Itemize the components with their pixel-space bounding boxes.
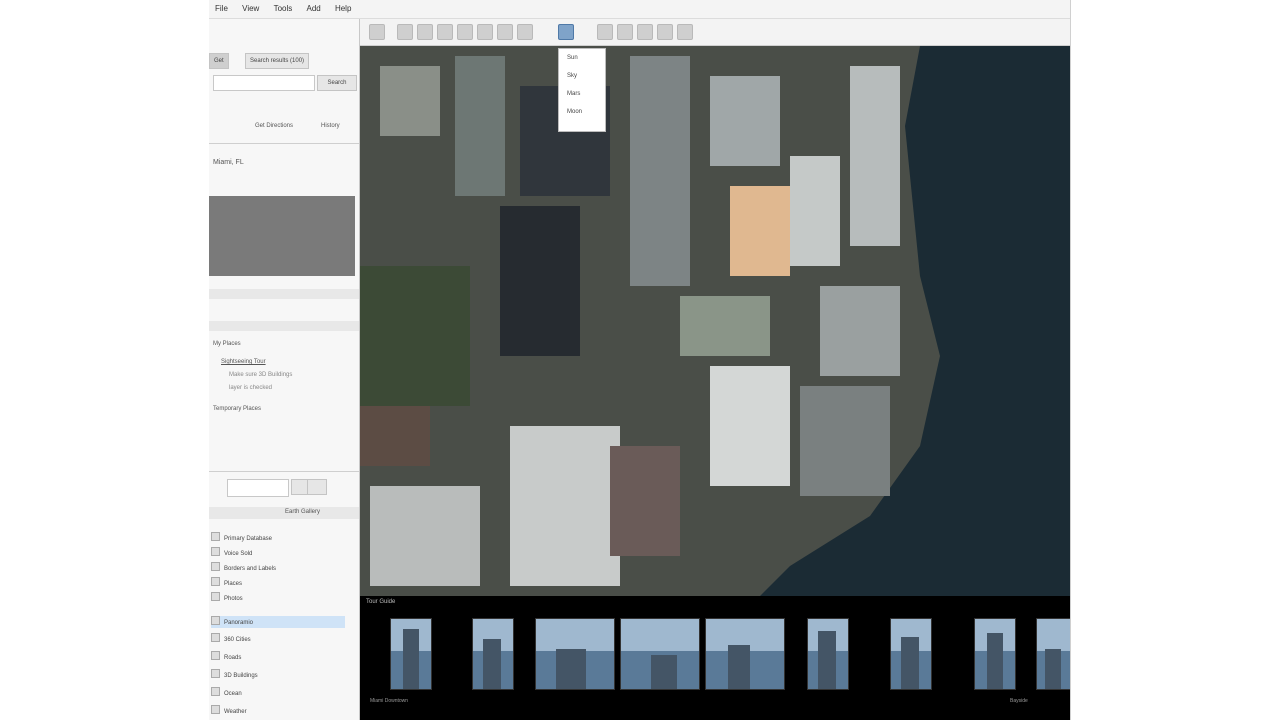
layer-item[interactable]: Roads [211,651,345,663]
planet-dropdown: Sun Sky Mars Moon [558,48,606,132]
menu-file[interactable]: File [209,0,234,13]
places-toolbar [209,289,359,299]
sidebar: Get Search results (100) Search Get Dire… [209,19,360,720]
image-overlay-icon[interactable] [457,24,473,40]
menu-help[interactable]: Help [329,0,357,13]
historical-imagery-icon[interactable] [497,24,513,40]
sightseeing-tour-item[interactable]: Sightseeing Tour [221,359,266,365]
hide-sidebar-icon[interactable] [369,24,385,40]
tour-thumbnail[interactable] [472,618,514,690]
tour-thumbnail[interactable] [390,618,432,690]
menu-view[interactable]: View [236,0,265,13]
email-icon[interactable] [617,24,633,40]
print-icon[interactable] [637,24,653,40]
location-text: Miami, FL [213,159,244,166]
layer-item[interactable]: 360 Cities [211,633,345,645]
tour-thumbnail[interactable] [705,618,785,690]
search-input[interactable] [213,75,315,91]
maps-icon[interactable] [677,24,693,40]
tab-search[interactable]: Get [209,53,229,69]
tour-caption: Miami Downtown [370,698,409,704]
dropdown-option-moon[interactable]: Moon [559,103,605,121]
layer-item-selected[interactable]: Panoramio [211,616,345,628]
tab-search-results[interactable]: Search results (100) [245,53,310,69]
search-button[interactable]: Search [317,75,357,91]
ruler-icon[interactable] [597,24,613,40]
hint-text-1: Make sure 3D Buildings [229,372,293,378]
tour-thumbnail[interactable] [535,618,615,690]
layer-item[interactable]: Voice Sold [211,547,345,559]
menu-add[interactable]: Add [300,0,326,13]
tour-guide-title: Tour Guide [366,599,396,605]
tour-thumbnail[interactable] [974,618,1016,690]
layer-item[interactable]: Weather [211,705,345,717]
tour-thumbnail[interactable] [1036,618,1070,690]
menu-bar: File View Tools Add Help [209,0,1070,19]
hint-text-2: layer is checked [229,385,273,391]
places-header-bar [209,321,359,331]
tour-thumbnail[interactable] [807,618,849,690]
layers-search-input[interactable] [227,479,289,497]
tour-thumbnail[interactable] [890,618,932,690]
tour-thumbnail[interactable] [620,618,700,690]
zoom-down-button[interactable] [307,479,327,495]
layer-item[interactable]: 3D Buildings [211,669,345,681]
layer-item[interactable]: Borders and Labels [211,562,345,574]
path-icon[interactable] [437,24,453,40]
record-tour-icon[interactable] [477,24,493,40]
get-directions-link[interactable]: Get Directions [255,123,293,129]
temporary-places-item[interactable]: Temporary Places [213,406,261,412]
layer-item[interactable]: Primary Database [211,532,345,544]
toolbar [359,19,1070,46]
layer-item[interactable]: Photos [211,592,345,604]
planet-switcher-icon[interactable] [558,24,574,40]
tour-guide-strip: Tour Guide Miami Downtown Bayside [360,596,1070,720]
layer-item[interactable]: Ocean [211,687,345,699]
dropdown-option-sun[interactable]: Sun [559,49,605,67]
dropdown-option-sky[interactable]: Sky [559,67,605,85]
placemark-icon[interactable] [397,24,413,40]
map-viewport[interactable]: Sun Sky Mars Moon [360,46,1070,596]
aerial-imagery [360,46,1070,596]
layer-item[interactable]: Places [211,577,345,589]
sunlight-icon[interactable] [517,24,533,40]
tour-caption: Bayside [1010,698,1028,704]
dropdown-option-mars[interactable]: Mars [559,85,605,103]
google-earth-window: File View Tools Add Help Get Search resu… [209,0,1071,720]
my-places-label[interactable]: My Places [213,341,241,347]
history-link[interactable]: History [321,123,340,129]
preview-panel [209,196,355,276]
save-image-icon[interactable] [657,24,673,40]
menu-tools[interactable]: Tools [268,0,299,13]
polygon-icon[interactable] [417,24,433,40]
layers-filter[interactable]: Earth Gallery [285,509,320,515]
